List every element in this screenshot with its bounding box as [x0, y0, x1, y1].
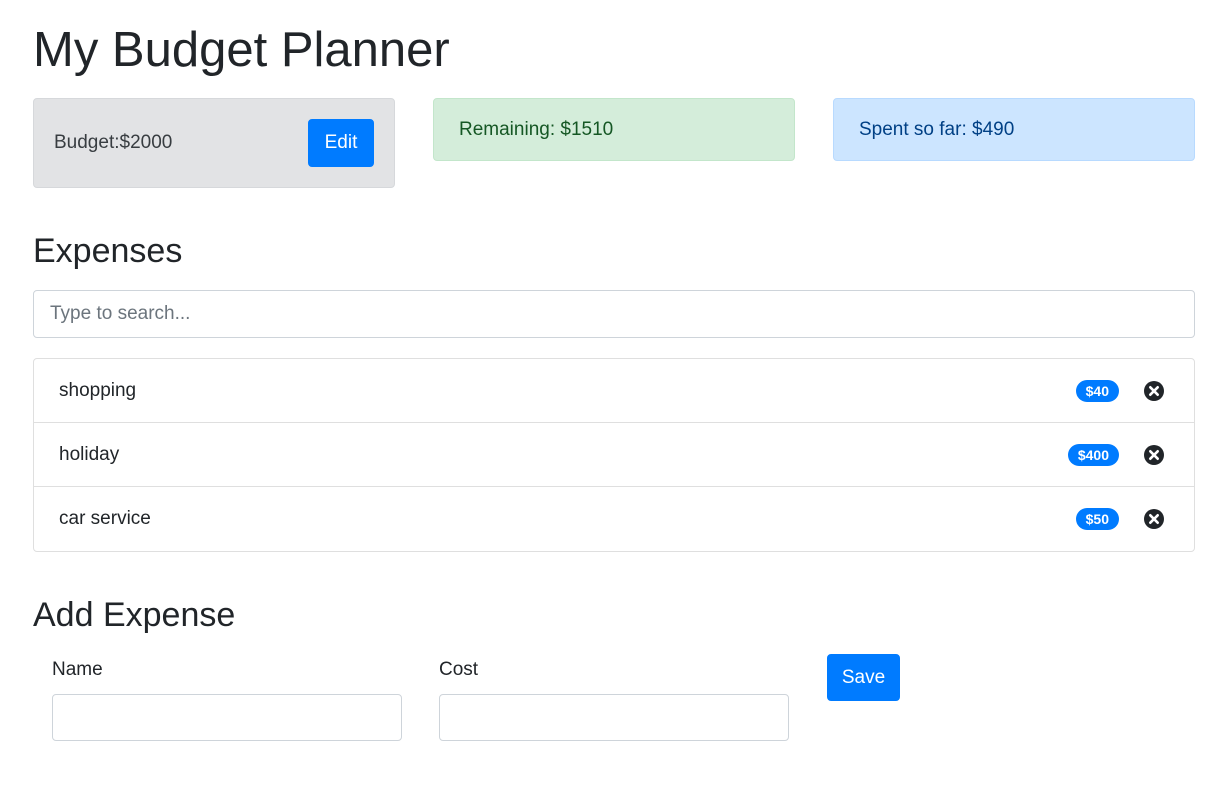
list-item: car service $50	[34, 487, 1194, 551]
page-title: My Budget Planner	[33, 23, 450, 77]
cost-field[interactable]	[439, 694, 789, 741]
expense-name: shopping	[59, 379, 137, 401]
times-circle-icon[interactable]	[1143, 380, 1165, 402]
spent-value: Spent so far: $490	[859, 118, 1015, 140]
expense-name: holiday	[59, 443, 120, 465]
remaining-value: Remaining: $1510	[459, 118, 614, 140]
list-item: holiday $400	[34, 423, 1194, 487]
search-input[interactable]	[33, 290, 1195, 338]
name-field[interactable]	[52, 694, 402, 741]
save-button[interactable]: Save	[827, 654, 900, 701]
add-expense-heading: Add Expense	[33, 596, 236, 634]
budget-card: Budget:$2000 Edit	[33, 98, 395, 188]
expense-cost-badge: $400	[1067, 443, 1119, 466]
expense-name: car service	[59, 508, 151, 529]
list-item: shopping $40	[34, 359, 1194, 423]
times-circle-icon[interactable]	[1143, 508, 1165, 530]
remaining-card: Remaining: $1510	[433, 98, 795, 161]
expenses-heading: Expenses	[33, 232, 183, 270]
budget-value: Budget:$2000	[54, 132, 173, 153]
spent-card: Spent so far: $490	[833, 98, 1195, 161]
times-circle-icon[interactable]	[1143, 444, 1165, 466]
edit-budget-button[interactable]: Edit	[308, 119, 374, 167]
name-label: Name	[52, 659, 103, 680]
expense-list: shopping $40 holiday $400 car service $5…	[33, 358, 1195, 552]
cost-label: Cost	[439, 659, 479, 680]
expense-cost-badge: $40	[1075, 379, 1119, 402]
expense-cost-badge: $50	[1075, 508, 1119, 530]
